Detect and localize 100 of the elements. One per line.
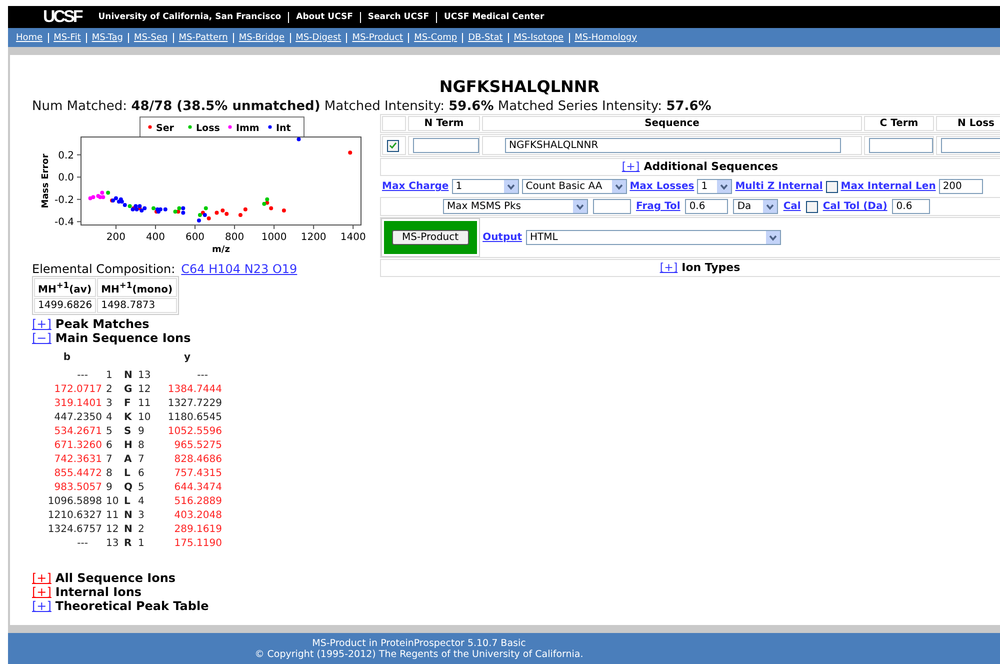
ion-index: 1 <box>138 537 146 552</box>
legend-label: Loss <box>196 123 220 134</box>
column-header: b <box>62 351 72 366</box>
axis-tick-label: 600 <box>185 232 205 243</box>
ion-index: 12 <box>138 383 152 398</box>
ion-mass: 742.3631 <box>53 453 102 468</box>
section-title: Additional Sequences <box>644 160 778 174</box>
column-header: MH$^{+1}$(mono) <box>97 278 177 298</box>
ion-mass: 1384.7444 <box>166 383 222 398</box>
ion-mass: 1180.6545 <box>166 411 222 426</box>
residue: N <box>124 509 134 524</box>
section-title: Ion Types <box>682 261 740 275</box>
ion-mass: 534.2671 <box>53 425 102 440</box>
column-header: y <box>183 351 192 366</box>
ion-index: 5 <box>105 425 114 440</box>
section-title: All Sequence Ions <box>55 571 176 586</box>
ion-mass: 289.1619 <box>173 523 222 538</box>
axis-tick-label: 0.0 <box>58 172 74 184</box>
axis-tick-label: 400 <box>146 232 166 243</box>
footer-text: MS-Product in ProteinProspector 5.10.7 Basic <box>312 638 526 648</box>
ion-index: 6 <box>105 439 114 454</box>
ion-mass: 403.2048 <box>173 509 222 524</box>
ion-index: 9 <box>105 481 114 496</box>
ion-mass: 828.4686 <box>173 453 222 468</box>
page-title: NGFKSHALQLNNR <box>438 77 601 96</box>
legend-label: Ser <box>156 123 174 134</box>
residue: G <box>124 383 134 398</box>
composition-label: Elemental Composition: <box>32 262 176 276</box>
ion-mass: 175.1190 <box>173 537 222 552</box>
axis-tick-label: 1400 <box>340 232 366 243</box>
column-header: N Loss <box>936 116 1000 131</box>
axis-tick-label: 200 <box>106 232 126 243</box>
ion-index: 4 <box>138 495 146 510</box>
axis-title: Mass Error <box>41 154 51 208</box>
residue: L <box>124 467 132 482</box>
ion-index: 11 <box>105 509 120 524</box>
section-title: Main Sequence Ions <box>55 331 191 346</box>
ion-index: 10 <box>138 411 152 426</box>
column-header: MH$^{+1}$(av) <box>34 278 96 298</box>
residue: H <box>124 439 134 454</box>
ion-mass: 319.1401 <box>53 397 102 412</box>
table-cell: 1498.7873 <box>97 298 177 314</box>
ion-index: 3 <box>105 397 114 412</box>
ion-mass: --- <box>76 537 89 552</box>
ion-index: 2 <box>138 523 146 538</box>
ion-index: 9 <box>138 425 146 440</box>
ion-index: 7 <box>105 453 114 468</box>
ion-mass: 1324.6757 <box>46 523 102 538</box>
ion-mass: 1327.7229 <box>166 397 222 412</box>
footer-text: © Copyright (1995-2012) The Regents of the University of California. <box>254 648 584 660</box>
ion-index: 13 <box>105 537 120 552</box>
residue: A <box>124 453 133 468</box>
axis-tick-label: 1200 <box>300 232 326 243</box>
logo: UCSF <box>43 7 82 27</box>
residue: K <box>124 411 133 426</box>
ion-mass: 965.5275 <box>173 439 222 454</box>
ion-mass: 447.2350 <box>53 411 102 426</box>
ion-mass: 855.4472 <box>53 467 102 482</box>
ion-index: 1 <box>105 369 114 384</box>
ion-index: 4 <box>105 411 114 426</box>
match-summary: Num Matched: 48/78 (38.5% unmatched) Matched Intensity: 59.6% Matched Series Intensity: 57.6% <box>32 99 712 114</box>
ion-mass: 671.3260 <box>53 439 102 454</box>
ion-mass: 1052.5596 <box>166 425 222 440</box>
axis-tick-label: 800 <box>225 232 244 243</box>
ion-index: 8 <box>105 467 114 482</box>
ion-mass: 172.0717 <box>53 383 102 398</box>
ion-index: 6 <box>138 467 146 482</box>
ion-index: 8 <box>138 439 146 454</box>
residue: L <box>124 495 132 510</box>
ion-mass: 983.5057 <box>53 481 102 496</box>
residue: F <box>124 397 132 412</box>
axis-title: m/z <box>212 245 230 255</box>
ion-mass: --- <box>76 369 89 384</box>
ion-index: 3 <box>138 509 146 524</box>
residue: R <box>124 537 133 552</box>
section-title: Theoretical Peak Table <box>55 599 209 614</box>
ion-index: 12 <box>105 523 120 538</box>
ion-index: 7 <box>138 453 146 468</box>
ion-mass: 1210.6327 <box>46 509 102 524</box>
column-header: Sequence <box>482 116 862 131</box>
ion-index: 10 <box>105 495 120 510</box>
ion-index: 13 <box>138 369 152 384</box>
section-title: Internal Ions <box>55 585 142 600</box>
ion-mass: --- <box>196 369 209 384</box>
residue: Q <box>124 481 134 496</box>
residue: N <box>124 523 134 538</box>
axis-tick-label: -0.2 <box>54 194 74 206</box>
ion-mass: 644.3474 <box>173 481 222 496</box>
table-cell: 1499.6826 <box>34 298 96 314</box>
residue: N <box>124 369 134 384</box>
section-title: Peak Matches <box>55 317 150 332</box>
legend-label: Int <box>276 123 291 134</box>
legend-label: Imm <box>236 123 260 134</box>
axis-tick-label: -0.4 <box>54 217 74 228</box>
ion-mass: 1096.5898 <box>46 495 102 510</box>
ion-index: 2 <box>105 383 114 398</box>
ion-mass: 757.4315 <box>173 467 222 482</box>
axis-tick-label: 0.2 <box>58 150 74 162</box>
column-header: C Term <box>864 116 934 131</box>
column-header: N Term <box>408 116 480 131</box>
